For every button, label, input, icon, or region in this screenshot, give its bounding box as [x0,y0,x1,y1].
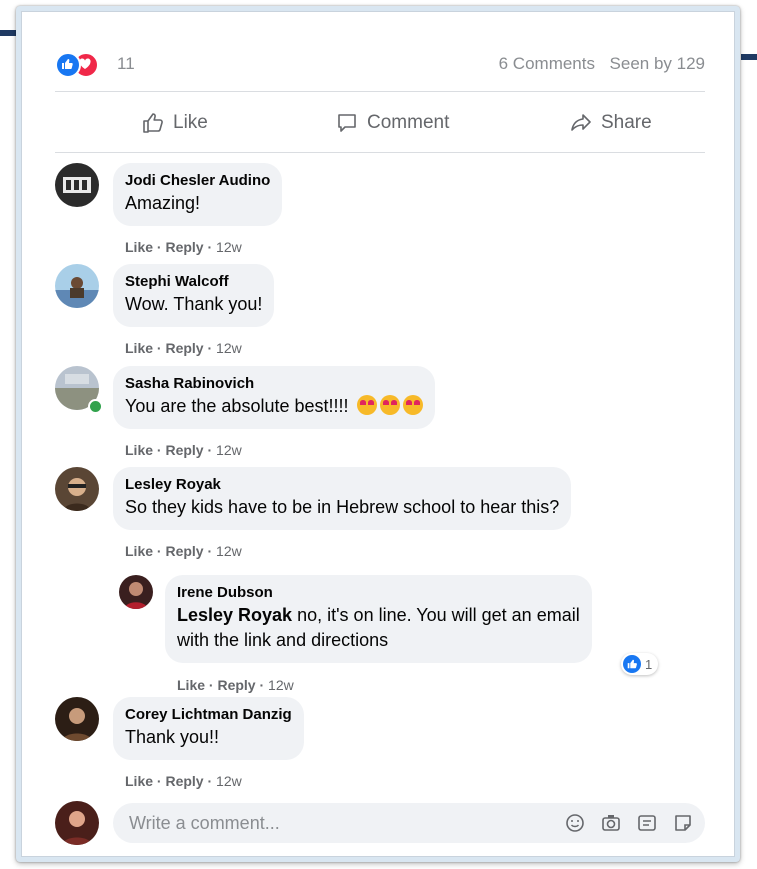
comments-count[interactable]: 6 Comments [499,54,595,74]
comment-reply-link[interactable]: Reply [165,340,203,356]
comment-button-label: Comment [367,112,450,133]
divider [55,91,705,92]
reply-text: no, it's on line. You will get an email [297,605,580,625]
avatar[interactable] [55,467,99,511]
reaction-icons[interactable] [55,52,105,78]
seen-by-count[interactable]: Seen by 129 [610,54,705,74]
comment-timestamp[interactable]: 12w [216,773,242,789]
share-button-label: Share [601,112,652,133]
avatar[interactable] [119,575,153,609]
comment-bubble: Lesley Royak So they kids have to be in … [113,467,572,530]
mention-link[interactable]: Lesley Royak [177,605,292,625]
divider [55,152,705,153]
thumbs-up-icon [143,113,163,133]
comment-bubble: Stephi Walcoff Wow. Thank you! [113,264,275,327]
reply-bubble: Irene Dubson Lesley Royak no, it's on li… [165,575,592,663]
comment-author[interactable]: Corey Lichtman Danzig [125,705,292,725]
post-stats-bar: 11 6 Comments Seen by 129 [55,49,705,81]
current-user-avatar[interactable] [55,801,99,845]
gif-icon[interactable] [635,811,659,835]
comment-text: Amazing! [125,193,201,213]
comment-like-link[interactable]: Like [125,239,153,255]
comment-actions: Like · Reply · 12w [125,773,242,789]
reply-text-line-2: with the link and directions [177,630,389,650]
comment-reply-link[interactable]: Reply [165,442,203,458]
comment-reply-link[interactable]: Reply [165,773,203,789]
heart-eyes-emoji [379,395,400,415]
composer-icons [563,811,695,835]
comment-composer [55,801,705,847]
comment-bubble: Sasha Rabinovich You are the absolute be… [113,366,435,429]
reply-author[interactable]: Irene Dubson [177,583,580,603]
comment-reply-link[interactable]: Reply [165,543,203,559]
comment-like-link[interactable]: Like [125,773,153,789]
comment-actions: Like · Reply · 12w [125,239,242,255]
reply-reply-link[interactable]: Reply [217,677,255,693]
decorative-line-right [741,54,757,60]
like-icon [55,52,81,78]
comment-button[interactable]: Comment [335,107,449,139]
heart-eyes-emoji [356,395,377,415]
comment-actions: Like · Reply · 12w [125,543,242,559]
reply-like-link[interactable]: Like [177,677,205,693]
reply-reaction-count[interactable]: 1 [621,653,659,675]
comment-timestamp[interactable]: 12w [216,543,242,559]
reaction-count[interactable]: 11 [117,54,135,74]
like-button-label: Like [173,112,208,133]
speech-bubble-icon [338,114,356,132]
reaction-count-value: 1 [645,656,653,672]
post-action-bar: Like Comment Share [55,101,705,145]
share-button[interactable]: Share [569,107,652,139]
sticker-icon[interactable] [671,811,695,835]
comment-like-link[interactable]: Like [125,340,153,356]
comment-author[interactable]: Sasha Rabinovich [125,374,423,394]
reply-text-line-1: Lesley Royak no, it's on line. You will … [177,603,580,628]
comment-input-wrapper [113,803,705,843]
online-status-indicator [88,399,103,414]
avatar[interactable] [55,697,99,741]
comment-author[interactable]: Jodi Chesler Audino [125,171,270,191]
comment-bubble: Jodi Chesler Audino Amazing! [113,163,283,226]
comment-text: So they kids have to be in Hebrew school… [125,497,560,517]
comment-timestamp[interactable]: 12w [216,340,242,356]
avatar[interactable] [55,264,99,308]
comment-bubble: Corey Lichtman Danzig Thank you!! [113,697,304,760]
comment-author[interactable]: Stephi Walcoff [125,272,262,292]
comment-reply-link[interactable]: Reply [165,239,203,255]
post-card: 11 6 Comments Seen by 129 Like Comment S… [16,6,740,862]
comment-text: Thank you!! [125,727,220,747]
comment-text: Wow. Thank you! [125,294,263,314]
comment-like-link[interactable]: Like [125,442,153,458]
reply-timestamp[interactable]: 12w [268,677,294,693]
comment-text-line: You are the absolute best!!!! [125,394,423,419]
comment-text: You are the absolute best!!!! [125,396,349,416]
like-button[interactable]: Like [141,107,208,139]
share-arrow-icon [571,114,591,131]
avatar[interactable] [55,163,99,207]
emoji-icon[interactable] [563,811,587,835]
comment-input[interactable] [127,811,511,835]
like-icon [623,655,641,673]
reply-actions: Like · Reply · 12w [177,677,294,693]
comment-author[interactable]: Lesley Royak [125,475,559,495]
comment-timestamp[interactable]: 12w [216,239,242,255]
comment-like-link[interactable]: Like [125,543,153,559]
comment-timestamp[interactable]: 12w [216,442,242,458]
camera-icon[interactable] [599,811,623,835]
comment-actions: Like · Reply · 12w [125,340,242,356]
comment-actions: Like · Reply · 12w [125,442,242,458]
heart-eyes-emoji [402,395,423,415]
